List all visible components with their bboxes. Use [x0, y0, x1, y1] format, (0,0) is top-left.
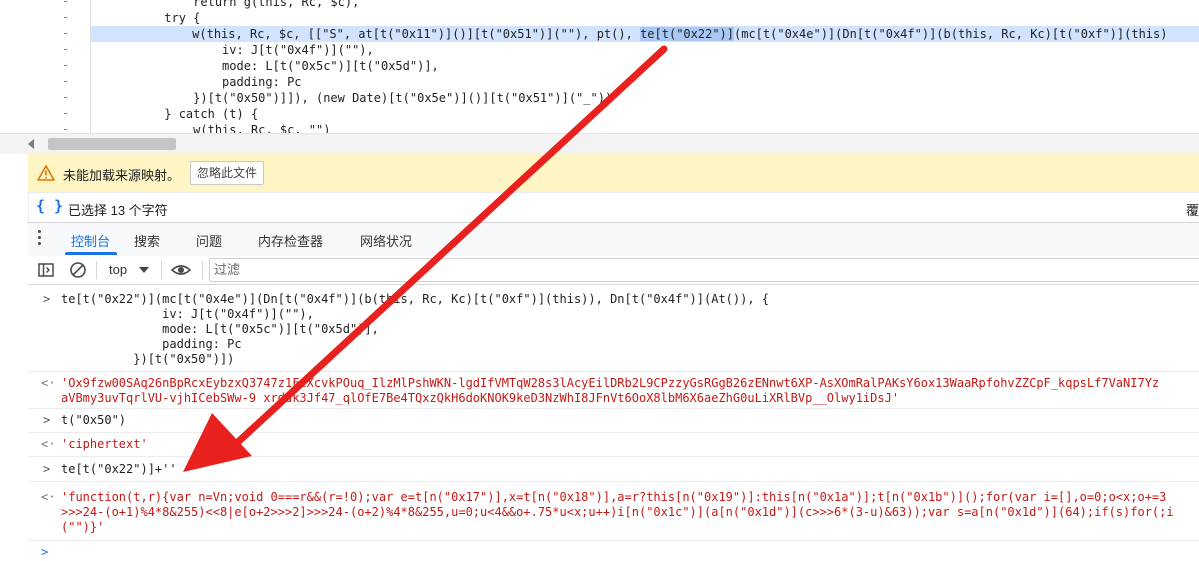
input-prompt-icon: >: [43, 292, 51, 306]
ignore-file-button[interactable]: 忽略此文件: [190, 161, 265, 185]
active-tab-indicator: [65, 252, 117, 255]
console-result-line: 'ciphertext': [61, 437, 148, 451]
code-line[interactable]: w(this, Rc, $c, ""): [92, 122, 330, 133]
console-prompt-icon[interactable]: >: [41, 545, 48, 559]
console-result-line: 'function(t,r){var n=Vn;void 0===r&&(r=!…: [61, 490, 1167, 504]
code-line[interactable]: return g(this, Rc, $c),: [92, 0, 359, 10]
code-line[interactable]: } catch (t) {: [92, 106, 258, 122]
gutter-marker: -: [62, 90, 70, 104]
console-result-line: >>>24-(o+1)%4*8&255)<<8|e[o+2>>>2]>>>24-…: [61, 505, 1174, 519]
selected-code[interactable]: te[t("0x22")]: [640, 27, 734, 41]
console-toolbar: top: [28, 256, 1199, 285]
gutter-marker: -: [62, 26, 70, 40]
pretty-print-icon[interactable]: { }: [36, 197, 63, 215]
horizontal-scrollbar[interactable]: [0, 133, 1199, 154]
input-prompt-icon: >: [43, 413, 51, 427]
code-line[interactable]: padding: Pc: [92, 74, 301, 90]
eye-icon[interactable]: [170, 261, 192, 279]
code-line[interactable]: })[t("0x50")]]), (new Date)[t("0x5e")]()…: [92, 90, 612, 106]
console-input-line: iv: J[t("0x4f")](""),: [61, 307, 314, 321]
gutter-marker: -: [62, 0, 70, 8]
selection-status-bar: { } 已选择 13 个字符 覆: [28, 192, 1199, 222]
toolbar-divider: [161, 261, 162, 279]
tab-issues[interactable]: 问题: [196, 231, 222, 250]
result-arrow-icon: <·: [41, 376, 56, 390]
console-result-line: 'Ox9fzw00SAq26nBpRcxEybzxQ3747z1FzXcvkPO…: [61, 376, 1160, 390]
sidebar-toggle-icon[interactable]: [37, 261, 55, 279]
console-input-entry[interactable]: > te[t("0x22")](mc[t("0x4e")](Dn[t("0x4f…: [28, 289, 1199, 372]
console-input-line: te[t("0x22")]+'': [61, 462, 177, 476]
context-selector[interactable]: top: [109, 262, 127, 277]
gutter-marker: -: [62, 42, 70, 56]
gutter-marker: -: [62, 58, 70, 72]
chevron-down-icon[interactable]: [139, 267, 149, 273]
code-line[interactable]: try {: [92, 10, 200, 26]
tab-search[interactable]: 搜索: [134, 231, 160, 250]
sourcemap-warning-bar: 未能加载来源映射。 忽略此文件: [28, 154, 1199, 192]
gutter-marker: -: [62, 106, 70, 120]
tab-memory-inspector[interactable]: 内存检查器: [258, 231, 323, 250]
tab-console[interactable]: 控制台: [71, 231, 110, 250]
console-output[interactable]: > te[t("0x22")](mc[t("0x4e")](Dn[t("0x4f…: [28, 285, 1199, 561]
code-line-highlighted[interactable]: w(this, Rc, $c, [["S", at[t("0x11")]()][…: [91, 26, 1199, 42]
console-result-entry[interactable]: <· 'Ox9fzw00SAq26nBpRcxEybzxQ3747z1FzXcv…: [28, 372, 1199, 409]
source-code-pane[interactable]: - - - - - - - - - return g(this, Rc, $c)…: [0, 0, 1199, 133]
clear-console-icon[interactable]: [69, 261, 87, 279]
more-options-icon[interactable]: [38, 230, 42, 248]
console-result-line: aVBmy3uvTqrlVU-vjhICebSWw-9 xrddk3Jf47_q…: [61, 391, 900, 405]
console-input-line: t("0x50"): [61, 413, 127, 427]
console-result-entry[interactable]: <· 'function(t,r){var n=Vn;void 0===r&&(…: [28, 482, 1199, 541]
console-input-entry[interactable]: > t("0x50"): [28, 409, 1199, 433]
code-segment: w(this, Rc, $c, [["S", at[t("0x11")]()][…: [91, 27, 641, 41]
tab-network-conditions[interactable]: 网络状况: [360, 231, 412, 250]
filter-field[interactable]: [209, 258, 1199, 282]
result-arrow-icon: <·: [41, 490, 56, 504]
gutter-marker: -: [62, 122, 70, 133]
console-result-entry[interactable]: <· 'ciphertext': [28, 433, 1199, 457]
console-input-line: te[t("0x22")](mc[t("0x4e")](Dn[t("0x4f")…: [61, 292, 770, 306]
console-input-line: mode: L[t("0x5c")][t("0x5d")],: [61, 322, 379, 336]
code-segment: (mc[t("0x4e")](Dn[t("0x4f")](b(this, Rc,…: [734, 27, 1168, 41]
console-input-line: })[t("0x50")]): [61, 352, 235, 366]
coverage-label: 覆: [1185, 203, 1199, 218]
console-input-entry[interactable]: > te[t("0x22")]+'': [28, 457, 1199, 482]
toolbar-divider: [202, 261, 203, 279]
filter-input[interactable]: [210, 259, 1198, 279]
toolbar-divider: [96, 261, 97, 279]
console-input-line: padding: Pc: [61, 337, 242, 351]
warning-text: 未能加载来源映射。: [63, 168, 181, 183]
input-prompt-icon: >: [43, 462, 51, 476]
scrollbar-thumb[interactable]: [48, 138, 176, 150]
console-result-line: ("")}': [61, 520, 105, 534]
result-arrow-icon: <·: [41, 437, 56, 451]
gutter-marker: -: [62, 74, 70, 88]
selection-status: 已选择 13 个字符: [68, 203, 168, 218]
warning-icon: [37, 165, 55, 181]
line-gutter: - - - - - - - - -: [0, 0, 91, 133]
left-panel-edge: [0, 154, 29, 561]
code-line[interactable]: mode: L[t("0x5c")][t("0x5d")],: [92, 58, 439, 74]
gutter-marker: -: [62, 10, 70, 24]
scroll-left-icon[interactable]: [28, 139, 34, 149]
drawer-tab-bar: 控制台 搜索 问题 内存检查器 网络状况: [28, 222, 1199, 257]
code-line[interactable]: iv: J[t("0x4f")](""),: [92, 42, 374, 58]
